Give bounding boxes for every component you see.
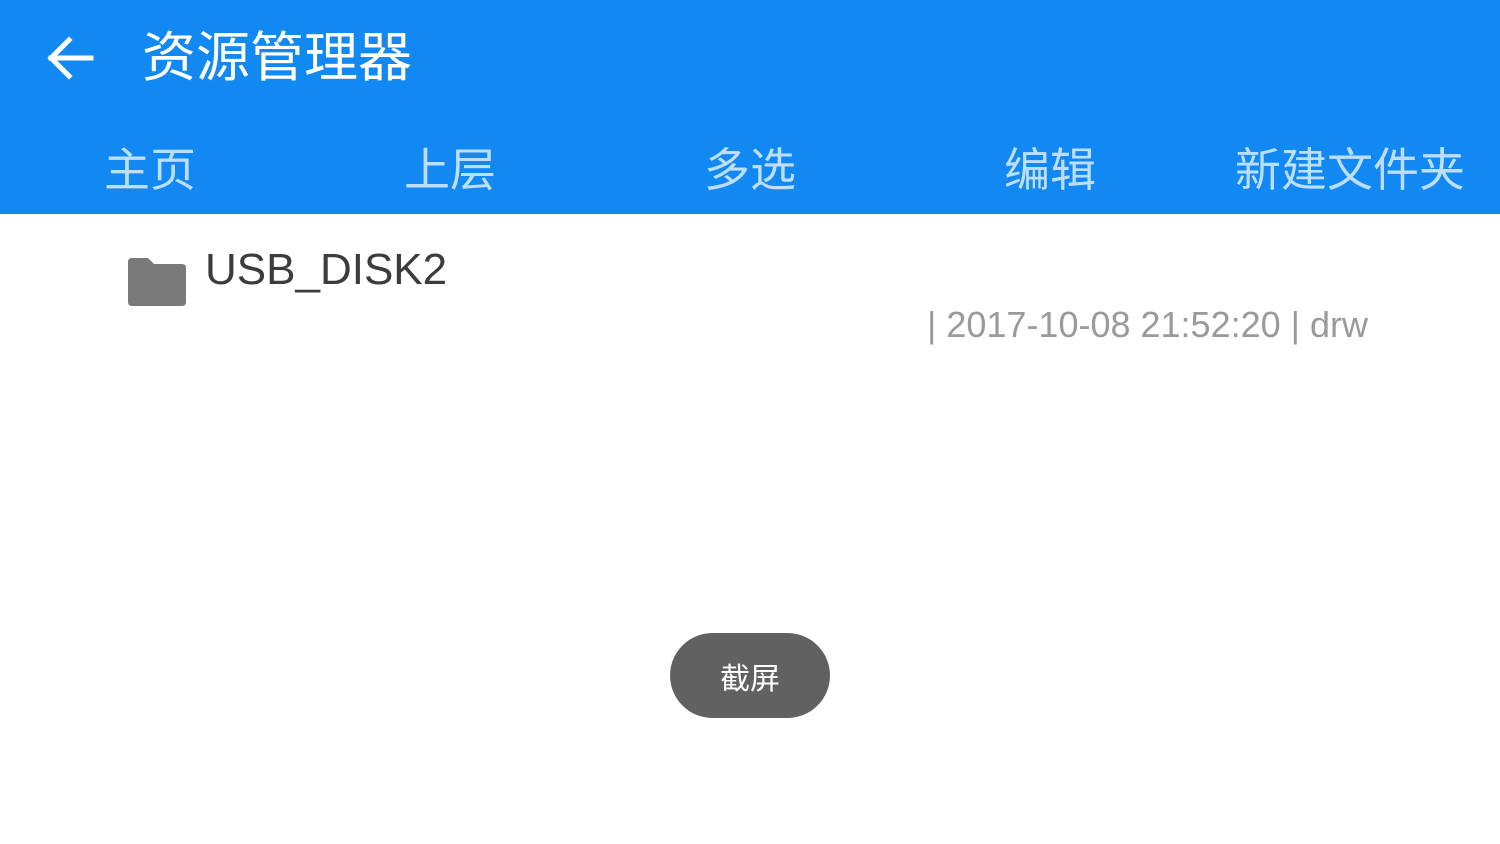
home-button[interactable]: 主页: [0, 120, 300, 214]
back-button[interactable]: [38, 26, 102, 90]
new-folder-button[interactable]: 新建文件夹: [1200, 120, 1500, 214]
file-name: USB_DISK2: [205, 245, 448, 294]
file-list: USB_DISK2 | 2017-10-08 21:52:20 | drw: [0, 214, 1500, 844]
parent-folder-button[interactable]: 上层: [300, 120, 600, 214]
app-bar: 资源管理器 主页 上层 多选 编辑 新建文件夹: [0, 0, 1500, 214]
screenshot-button[interactable]: 截屏: [670, 633, 830, 718]
arrow-left-icon: [47, 36, 94, 80]
multi-select-button[interactable]: 多选: [600, 120, 900, 214]
file-manager-app: 资源管理器 主页 上层 多选 编辑 新建文件夹 USB_DISK2 | 2017…: [0, 0, 1500, 844]
list-item[interactable]: USB_DISK2 | 2017-10-08 21:52:20 | drw: [0, 214, 1500, 354]
folder-icon: [128, 258, 186, 306]
page-title: 资源管理器: [142, 26, 412, 89]
edit-button[interactable]: 编辑: [900, 120, 1200, 214]
toolbar: 主页 上层 多选 编辑 新建文件夹: [0, 120, 1500, 214]
file-meta: | 2017-10-08 21:52:20 | drw: [927, 304, 1368, 345]
